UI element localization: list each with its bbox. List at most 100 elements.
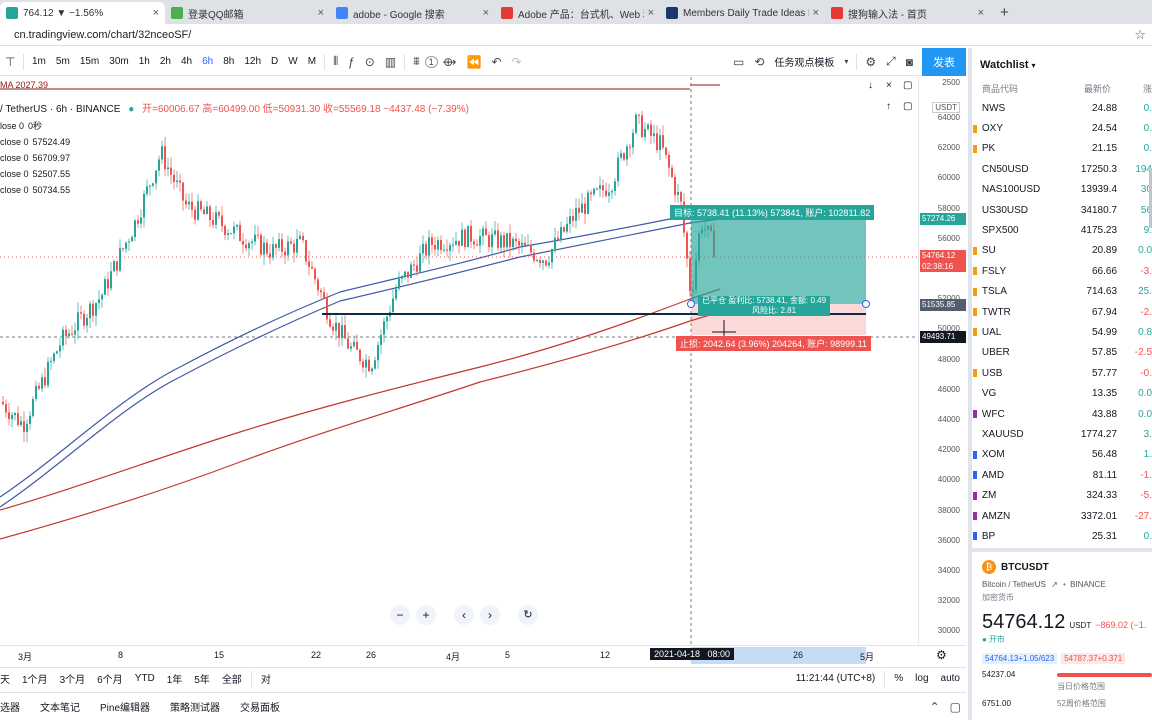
zoom-in-button[interactable]: + [416, 605, 436, 625]
indicator-row[interactable]: close 0 52507.55 [0, 166, 700, 182]
close-icon[interactable]: × [886, 80, 892, 91]
flag-marker-icon[interactable] [973, 471, 977, 480]
chevron-down-icon[interactable]: ▾ [1032, 61, 1036, 70]
flag-marker-icon[interactable] [973, 287, 977, 296]
range-1m[interactable]: 1个月 [16, 671, 54, 686]
interval-12h[interactable]: 12h [239, 56, 266, 67]
flag-marker-icon[interactable] [973, 267, 977, 276]
percent-toggle[interactable]: % [888, 673, 909, 684]
range-1d[interactable]: 天 [0, 671, 16, 686]
watchlist-row[interactable]: UAL 54.99 0.8 [972, 322, 1152, 342]
watchlist-row[interactable]: SPX500 4175.23 9. [972, 220, 1152, 240]
tab-trading-panel[interactable]: 交易面板 [230, 699, 290, 714]
link-icon[interactable]: ↗ [1051, 580, 1058, 589]
close-icon[interactable]: × [978, 7, 984, 19]
watchlist-row[interactable]: VG 13.35 0.0 [972, 383, 1152, 403]
interval-m[interactable]: M [303, 56, 321, 67]
undo-icon[interactable]: ↶ [486, 55, 506, 69]
close-icon[interactable]: × [483, 7, 489, 19]
flag-marker-icon[interactable] [973, 532, 977, 541]
chevron-up-icon[interactable]: ⌃ [925, 700, 945, 714]
url-input[interactable]: cn.tradingview.com/chart/32nceoSF/ [0, 29, 191, 41]
watchlist-row[interactable]: NWS 24.88 0. [972, 98, 1152, 118]
gear-icon[interactable]: ⚙ [860, 55, 881, 69]
interval-d[interactable]: D [266, 56, 283, 67]
col-price[interactable]: 最新价 [1057, 82, 1111, 98]
indicator-row[interactable]: close 0 57524.49 [0, 134, 700, 150]
range-3m[interactable]: 3个月 [54, 671, 92, 686]
arrow-up-icon[interactable]: ↑ [886, 101, 891, 112]
log-toggle[interactable]: log [909, 673, 934, 684]
watchlist-row[interactable]: CN50USD 17250.3 194 [972, 159, 1152, 179]
watchlist-header[interactable]: Watchlist ▾ [972, 48, 1152, 82]
watchlist-row[interactable]: US30USD 34180.7 56 [972, 200, 1152, 220]
interval-6h[interactable]: 6h [197, 56, 218, 67]
template-icon[interactable]: ⩩ [408, 54, 424, 69]
flag-marker-icon[interactable] [973, 491, 977, 500]
flag-marker-icon[interactable] [973, 328, 977, 337]
maximize-icon[interactable]: ▢ [945, 700, 966, 714]
flag-marker-icon[interactable] [973, 390, 977, 398]
interval-8h[interactable]: 8h [218, 56, 239, 67]
auto-toggle[interactable]: auto [935, 673, 966, 684]
flag-marker-icon[interactable] [973, 206, 977, 214]
watchlist-row[interactable]: BP 25.31 0. [972, 526, 1152, 546]
col-symbol[interactable]: 商品代码 [972, 82, 1057, 98]
flag-marker-icon[interactable] [973, 410, 977, 419]
range-all[interactable]: 全部 [216, 671, 248, 686]
flag-marker-icon[interactable] [973, 349, 977, 357]
range-5y[interactable]: 5年 [188, 671, 216, 686]
template-dropdown[interactable]: 任务观点模板 [769, 54, 839, 69]
scroll-left-button[interactable]: ‹ [454, 605, 474, 625]
badge-count[interactable]: 1 [424, 55, 438, 68]
watchlist-row[interactable]: UBER 57.85 -2.5 [972, 343, 1152, 363]
compare-button[interactable]: 对 [255, 671, 277, 686]
maximize-icon[interactable]: ▢ [903, 101, 912, 112]
watchlist-row[interactable]: TSLA 714.63 25. [972, 282, 1152, 302]
interval-1m[interactable]: 1m [27, 56, 51, 67]
tab-strategy-tester[interactable]: 策略测试器 [160, 699, 230, 714]
interval-1h[interactable]: 1h [134, 56, 155, 67]
redo-icon[interactable]: ↷ [507, 55, 527, 69]
alert-icon[interactable]: ⊙ [360, 55, 380, 69]
layout-icon[interactable]: ▭ [728, 55, 749, 69]
indicator-row[interactable]: close 0 50734.55 [0, 182, 700, 198]
watchlist-row[interactable]: XOM 56.48 1. [972, 445, 1152, 465]
browser-tab-2[interactable]: adobe - Google 搜索 × [330, 2, 495, 24]
tab-pine-editor[interactable]: Pine编辑器 [90, 699, 160, 714]
rewind-icon[interactable]: ⏪ [462, 55, 487, 69]
browser-tab-0[interactable]: 764.12 ▼ −1.56% × [0, 2, 165, 24]
gear-icon[interactable]: ⚙ [936, 648, 947, 662]
flag-marker-icon[interactable] [973, 369, 977, 378]
flag-marker-icon[interactable] [973, 512, 977, 520]
range-6m[interactable]: 6个月 [91, 671, 129, 686]
flag-marker-icon[interactable] [973, 104, 977, 112]
symbol-search-icon[interactable]: ⊤ [0, 55, 20, 69]
bookmark-star-icon[interactable]: ☆ [1134, 27, 1146, 43]
watchlist-row[interactable]: FSLY 66.66 -3. [972, 261, 1152, 281]
interval-w[interactable]: W [283, 56, 302, 67]
clock[interactable]: 11:21:44 (UTC+8) [790, 673, 882, 684]
watchlist-row[interactable]: SU 20.89 0.0 [972, 241, 1152, 261]
flag-marker-icon[interactable] [973, 186, 977, 194]
interval-4h[interactable]: 4h [176, 56, 197, 67]
chevron-down-icon[interactable]: ▾ [839, 57, 853, 66]
watchlist-row[interactable]: AMD 81.11 -1. [972, 465, 1152, 485]
candle-style-icon[interactable]: ⫴ [328, 54, 343, 69]
indicator-row[interactable]: close 0 56709.97 [0, 150, 700, 166]
watchlist-row[interactable]: OXY 24.54 0. [972, 118, 1152, 138]
close-icon[interactable]: × [318, 7, 324, 19]
watchlist-row[interactable]: AMZN 3372.01 -27. [972, 506, 1152, 526]
interval-2h[interactable]: 2h [155, 56, 176, 67]
indicator-row[interactable]: lose 0 0秒 [0, 118, 700, 134]
close-icon[interactable]: × [153, 7, 159, 19]
watchlist-row[interactable]: ZM 324.33 -5. [972, 485, 1152, 505]
watchlist-row[interactable]: XAUUSD 1774.27 3. [972, 424, 1152, 444]
chart-pane[interactable]: MA 2027.39 / TetherUS · 6h · BINANCE ● 开… [0, 77, 918, 644]
range-ytd[interactable]: YTD [129, 673, 161, 684]
compare-icon[interactable]: ⟴ [438, 55, 462, 69]
browser-tab-4[interactable]: Members Daily Trade Ideas Ne × [660, 2, 825, 24]
browser-tab-3[interactable]: Adobe 产品：台式机、Web 和移 × [495, 2, 660, 24]
watchlist-title[interactable]: Watchlist [980, 59, 1029, 71]
indicators-fx-icon[interactable]: ƒ [343, 55, 360, 69]
